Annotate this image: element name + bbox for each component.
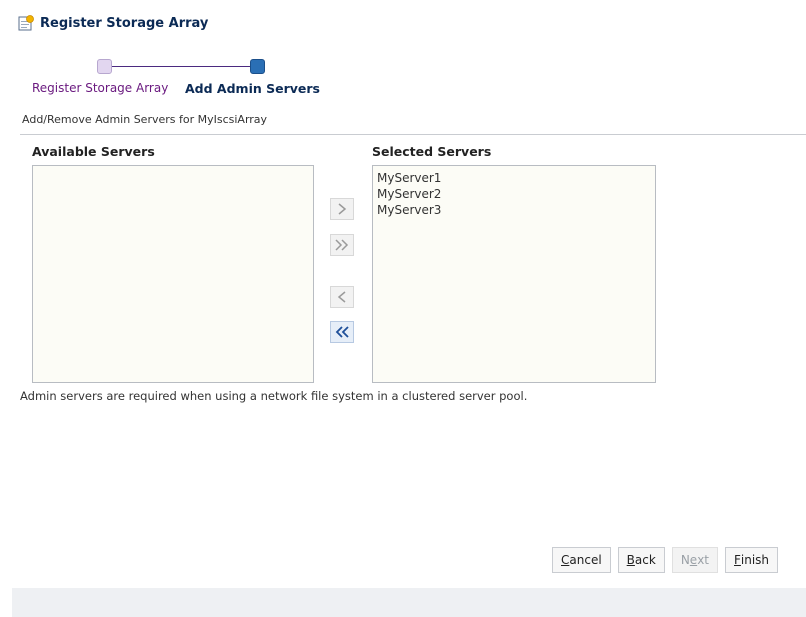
move-selected-left-button[interactable] (330, 286, 354, 308)
list-item[interactable]: MyServer3 (377, 202, 655, 218)
available-servers-list[interactable] (32, 165, 314, 383)
admin-servers-note: Admin servers are required when using a … (20, 389, 528, 403)
register-storage-array-dialog: Register Storage Array Register Storage … (12, 0, 806, 617)
dialog-title: Register Storage Array (40, 15, 209, 31)
dialog-title-bar: Register Storage Array (18, 12, 208, 34)
move-selected-right-button[interactable] (330, 198, 354, 220)
chevron-left-icon (337, 291, 346, 303)
dialog-bottom-bar (12, 588, 806, 617)
next-button: Ne xt (671, 547, 718, 573)
train-connector (103, 66, 255, 67)
next-label-start: N (680, 553, 690, 567)
list-item[interactable]: MyServer2 (377, 186, 655, 202)
finish-accesskey: F (734, 553, 741, 567)
section-subheader: Add/Remove Admin Servers for MyIscsiArra… (22, 113, 268, 126)
selected-servers-list[interactable]: MyServer1 MyServer2 MyServer3 (372, 165, 656, 383)
train-stop-register-storage-array[interactable] (97, 59, 112, 74)
finish-label-rest: inish (740, 553, 770, 567)
back-button[interactable]: Back (617, 547, 665, 573)
cancel-label-rest: ancel (569, 553, 602, 567)
cancel-button[interactable]: Cancel (552, 547, 611, 573)
wizard-train: Register Storage Array Add Admin Servers (12, 58, 342, 98)
back-label-rest: ack (634, 553, 656, 567)
chevron-right-icon (338, 203, 347, 215)
train-stop-add-admin-servers (250, 59, 265, 74)
footer-buttons: Cancel Back Ne xt Finish (552, 547, 785, 573)
move-all-right-button[interactable] (330, 234, 354, 256)
cancel-accesskey: C (561, 553, 570, 567)
double-chevron-left-icon (335, 326, 349, 338)
list-item[interactable]: MyServer1 (377, 170, 655, 186)
next-accesskey: e (689, 553, 698, 567)
train-step-label-add-admin-servers: Add Admin Servers (185, 81, 320, 96)
section-divider (20, 134, 806, 135)
train-step-label-register[interactable]: Register Storage Array (32, 81, 168, 95)
selected-servers-title: Selected Servers (372, 144, 492, 159)
move-all-left-button[interactable] (330, 321, 354, 343)
next-label-rest: xt (697, 553, 709, 567)
back-accesskey: B (626, 553, 635, 567)
finish-button[interactable]: Finish (725, 547, 779, 573)
available-servers-title: Available Servers (32, 144, 155, 159)
storage-wizard-icon (18, 15, 34, 31)
double-chevron-right-icon (335, 239, 349, 251)
